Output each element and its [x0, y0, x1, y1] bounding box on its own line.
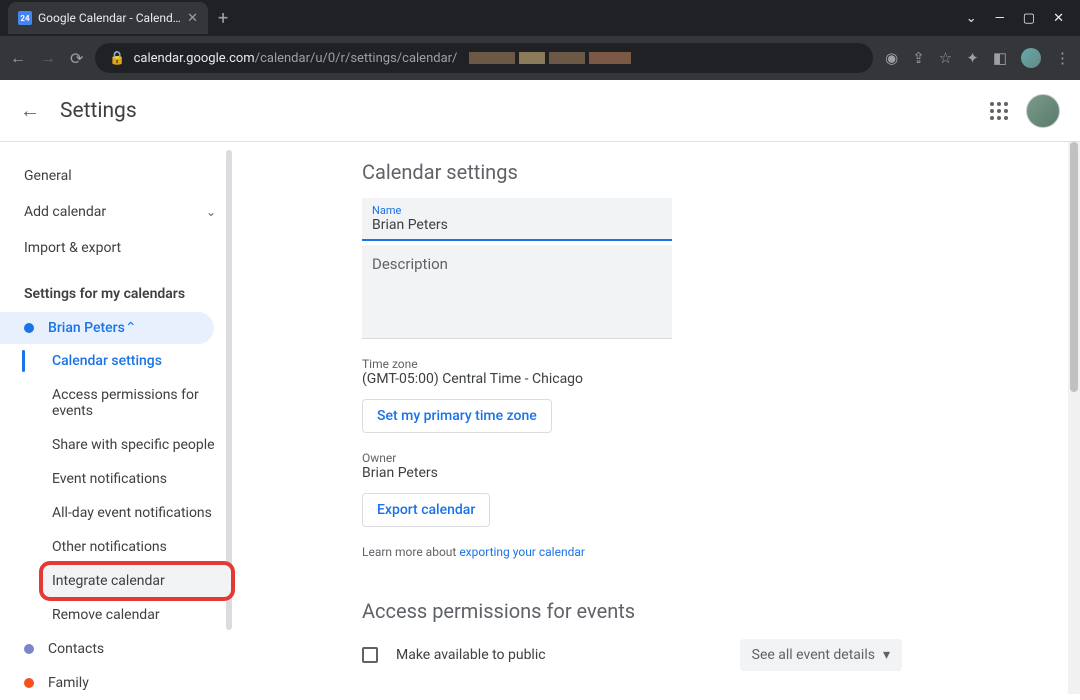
- calendar-label: Family: [48, 675, 89, 691]
- back-icon[interactable]: ←: [10, 48, 26, 68]
- name-field-label: Name: [372, 204, 662, 217]
- sidebar-section-my-calendars: Settings for my calendars: [0, 276, 232, 312]
- chevron-down-icon[interactable]: ⌄: [966, 11, 977, 26]
- reload-icon[interactable]: ⟳: [70, 49, 83, 68]
- name-field-value: Brian Peters: [372, 217, 662, 233]
- sidebar-calendar-family[interactable]: Family: [0, 666, 232, 700]
- url-path: /calendar/u/0/r/settings/calendar/: [255, 51, 458, 66]
- url-redacted: [469, 52, 631, 64]
- sidebar-item-import-export[interactable]: Import & export: [0, 230, 232, 266]
- subnav-event-notifications[interactable]: Event notifications: [42, 462, 232, 496]
- browser-toolbar: ← → ⟳ 🔒 calendar.google.com/calendar/u/0…: [0, 36, 1080, 80]
- make-public-row: Make available to public See all event d…: [362, 639, 902, 671]
- event-details-dropdown[interactable]: See all event details ▾: [740, 639, 902, 671]
- sidebar-item-general[interactable]: General: [0, 158, 232, 194]
- google-apps-icon[interactable]: [990, 102, 1008, 120]
- close-tab-icon[interactable]: ✕: [187, 11, 198, 26]
- calendar-color-dot: [24, 323, 34, 333]
- calendar-label: Brian Peters: [48, 320, 125, 336]
- make-public-checkbox[interactable]: [362, 647, 378, 663]
- calendar-favicon: 24: [18, 11, 32, 25]
- share-icon[interactable]: ⇪: [912, 49, 925, 67]
- description-field[interactable]: Description: [362, 245, 672, 339]
- name-field[interactable]: Name Brian Peters: [362, 198, 672, 241]
- subnav-other-notifications[interactable]: Other notifications: [42, 530, 232, 564]
- tab-bar: 24 Google Calendar - Calendar setti ✕ + …: [0, 0, 1080, 36]
- sidebar-item-add-calendar[interactable]: Add calendar ⌄: [0, 194, 232, 230]
- section-heading-access-permissions: Access permissions for events: [362, 599, 1080, 623]
- url-bar[interactable]: 🔒 calendar.google.com/calendar/u/0/r/set…: [95, 43, 873, 73]
- timezone-label: Time zone: [362, 357, 1080, 371]
- sidebar-calendar-brian-peters[interactable]: Brian Peters ⌃: [0, 312, 214, 344]
- window-controls: ⌄ — ▢ ✕: [966, 11, 1080, 26]
- caret-down-icon: ▾: [883, 647, 890, 663]
- extensions-icon[interactable]: ✦: [966, 49, 979, 67]
- subnav-integrate-calendar[interactable]: Integrate calendar: [42, 564, 232, 598]
- page-title: Settings: [60, 99, 990, 123]
- owner-value: Brian Peters: [362, 465, 1080, 481]
- calendar-subsections: Calendar settings Access permissions for…: [0, 344, 232, 632]
- dropdown-label: See all event details: [752, 647, 875, 663]
- section-heading-calendar-settings: Calendar settings: [362, 160, 1080, 184]
- close-window-icon[interactable]: ✕: [1053, 11, 1064, 26]
- subnav-access-permissions[interactable]: Access permissions for events: [42, 378, 232, 428]
- learn-more-text: Learn more about exporting your calendar: [362, 545, 1080, 559]
- browser-tab[interactable]: 24 Google Calendar - Calendar setti ✕: [8, 2, 208, 34]
- profile-avatar-icon[interactable]: [1021, 48, 1041, 68]
- exporting-calendar-link[interactable]: exporting your calendar: [459, 545, 585, 559]
- user-avatar[interactable]: [1026, 94, 1060, 128]
- sidebar-calendar-contacts[interactable]: Contacts: [0, 632, 232, 666]
- chevron-down-icon: ⌄: [206, 205, 216, 219]
- timezone-value: (GMT-05:00) Central Time - Chicago: [362, 371, 1080, 387]
- chevron-up-icon: ⌃: [125, 320, 137, 336]
- calendar-color-dot: [24, 644, 34, 654]
- subnav-share-specific-people[interactable]: Share with specific people: [42, 428, 232, 462]
- calendar-label: Contacts: [48, 641, 104, 657]
- url-domain: calendar.google.com: [134, 51, 255, 66]
- subnav-all-day-notifications[interactable]: All-day event notifications: [42, 496, 232, 530]
- star-icon[interactable]: ☆: [939, 49, 952, 67]
- set-primary-timezone-button[interactable]: Set my primary time zone: [362, 399, 552, 433]
- calendar-color-dot: [24, 678, 34, 688]
- eye-icon[interactable]: ◉: [885, 49, 898, 67]
- back-arrow-icon[interactable]: ←: [20, 98, 40, 123]
- export-calendar-button[interactable]: Export calendar: [362, 493, 490, 527]
- side-panel-icon[interactable]: ◧: [993, 49, 1007, 67]
- new-tab-button[interactable]: +: [208, 8, 238, 29]
- make-public-label: Make available to public: [396, 647, 740, 663]
- maximize-icon[interactable]: ▢: [1023, 11, 1035, 26]
- subnav-calendar-settings[interactable]: Calendar settings: [42, 344, 232, 378]
- browser-chrome: 24 Google Calendar - Calendar setti ✕ + …: [0, 0, 1080, 80]
- settings-main: Calendar settings Name Brian Peters Desc…: [232, 142, 1080, 694]
- minimize-icon[interactable]: —: [995, 11, 1005, 26]
- forward-icon[interactable]: →: [40, 48, 56, 68]
- subnav-remove-calendar[interactable]: Remove calendar: [42, 598, 232, 632]
- kebab-menu-icon[interactable]: ⋮: [1055, 49, 1070, 67]
- tab-title: Google Calendar - Calendar setti: [38, 11, 181, 25]
- owner-label: Owner: [362, 451, 1080, 465]
- settings-header: ← Settings: [0, 80, 1080, 142]
- add-calendar-label: Add calendar: [24, 204, 106, 220]
- lock-icon: 🔒: [109, 51, 125, 66]
- settings-sidebar: General Add calendar ⌄ Import & export S…: [0, 142, 232, 694]
- page-scrollbar[interactable]: [1068, 142, 1080, 694]
